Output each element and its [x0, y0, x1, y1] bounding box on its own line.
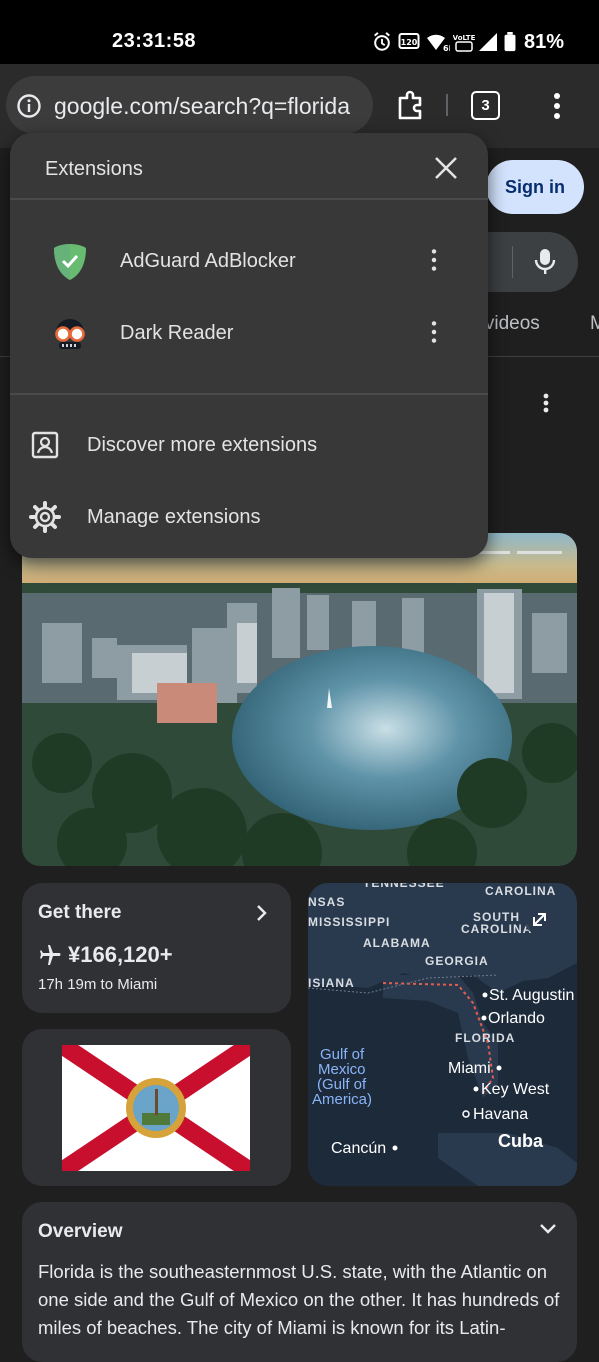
volte-icon: VoLTE [453, 34, 475, 52]
svg-text:Key West: Key West [481, 1081, 550, 1098]
adguard-shield-icon [54, 244, 86, 280]
svg-text:CAROLINA: CAROLINA [485, 884, 556, 898]
dark-reader-icon [55, 319, 85, 349]
svg-text:Orlando: Orlando [488, 1010, 545, 1027]
florida-flag-image [62, 1045, 250, 1171]
flight-price-row: ¥166,120+ [38, 942, 173, 968]
extension-item-adguard[interactable]: AdGuard AdBlocker [30, 230, 470, 294]
browser-menu-icon[interactable] [545, 90, 569, 122]
extensions-puzzle-icon[interactable] [395, 89, 427, 121]
overview-text: Florida is the southeasternmost U.S. sta… [38, 1261, 560, 1338]
popup-divider [10, 393, 488, 395]
toolbar-divider [446, 94, 448, 116]
svg-text:Cancún: Cancún [331, 1140, 386, 1157]
svg-text:NSAS: NSAS [308, 895, 345, 909]
manage-extensions-label: Manage extensions [87, 506, 261, 528]
wifi-6e-icon: 6E [427, 34, 450, 52]
popup-divider [10, 198, 488, 200]
chevron-right-icon[interactable] [254, 903, 270, 923]
extensions-popup-title: Extensions [45, 158, 143, 180]
url-text[interactable]: google.com/search?q=florida [54, 93, 350, 120]
signal-icon [479, 33, 497, 51]
svg-text:VoLTE: VoLTE [453, 34, 475, 42]
battery-icon [504, 32, 516, 52]
tab-switcher-button[interactable]: 3 [471, 91, 500, 120]
get-there-title: Get there [38, 902, 122, 923]
sign-in-button[interactable]: Sign in [486, 160, 584, 214]
svg-text:6E: 6E [443, 44, 450, 52]
gear-icon [29, 501, 61, 533]
svg-text:120: 120 [401, 38, 418, 47]
manage-extensions-item[interactable]: Manage extensions [10, 482, 488, 552]
extension-dark-reader-menu-icon[interactable] [422, 320, 446, 344]
result-more-options-icon[interactable] [538, 392, 554, 416]
svg-text:FLORIDA: FLORIDA [455, 1031, 515, 1045]
flight-duration: 17h 19m to Miami [38, 976, 158, 993]
map-card[interactable]: TENNESSEE CAROLINA NSAS MISSISSIPPI SOUT… [308, 883, 577, 1186]
svg-text:Miami: Miami [448, 1060, 491, 1077]
airplane-icon [40, 945, 61, 965]
close-icon[interactable] [432, 154, 460, 182]
svg-text:Havana: Havana [473, 1106, 528, 1123]
hero-image-orlando[interactable] [22, 533, 577, 866]
status-clock: 23:31:58 [112, 30, 197, 52]
extension-name: Dark Reader [120, 322, 234, 344]
svg-text:CAROLINA: CAROLINA [461, 922, 532, 936]
store-icon [31, 431, 59, 459]
svg-text:America): America) [312, 1091, 372, 1108]
tab-next-partial[interactable]: M [590, 313, 599, 335]
omnibox[interactable]: google.com/search?q=florida [6, 76, 373, 134]
svg-text:ALABAMA: ALABAMA [363, 936, 431, 950]
microphone-icon[interactable] [533, 247, 557, 277]
discover-more-extensions-item[interactable]: Discover more extensions [10, 410, 488, 480]
svg-text:Cuba: Cuba [498, 1131, 544, 1151]
overview-title: Overview [38, 1221, 123, 1242]
svg-text:MISSISSIPPI: MISSISSIPPI [308, 915, 390, 929]
svg-text:St. Augustin: St. Augustin [489, 987, 574, 1004]
discover-more-extensions-label: Discover more extensions [87, 434, 318, 456]
svg-text:TENNESSEE: TENNESSEE [363, 883, 445, 890]
extension-name: AdGuard AdBlocker [120, 250, 296, 272]
flight-price: ¥166,120+ [68, 942, 173, 967]
extension-item-dark-reader[interactable]: Dark Reader [30, 302, 470, 366]
refresh-rate-icon: 120 [398, 33, 420, 49]
search-bar-divider [512, 246, 513, 278]
extension-adguard-menu-icon[interactable] [422, 248, 446, 272]
site-info-icon[interactable] [16, 93, 42, 119]
svg-text:ISIANA: ISIANA [308, 976, 355, 990]
svg-text:GEORGIA: GEORGIA [425, 954, 489, 968]
battery-percent: 81% [524, 31, 565, 53]
chevron-down-icon[interactable] [538, 1221, 558, 1237]
flag-card[interactable] [22, 1029, 291, 1186]
alarm-icon [374, 32, 390, 51]
